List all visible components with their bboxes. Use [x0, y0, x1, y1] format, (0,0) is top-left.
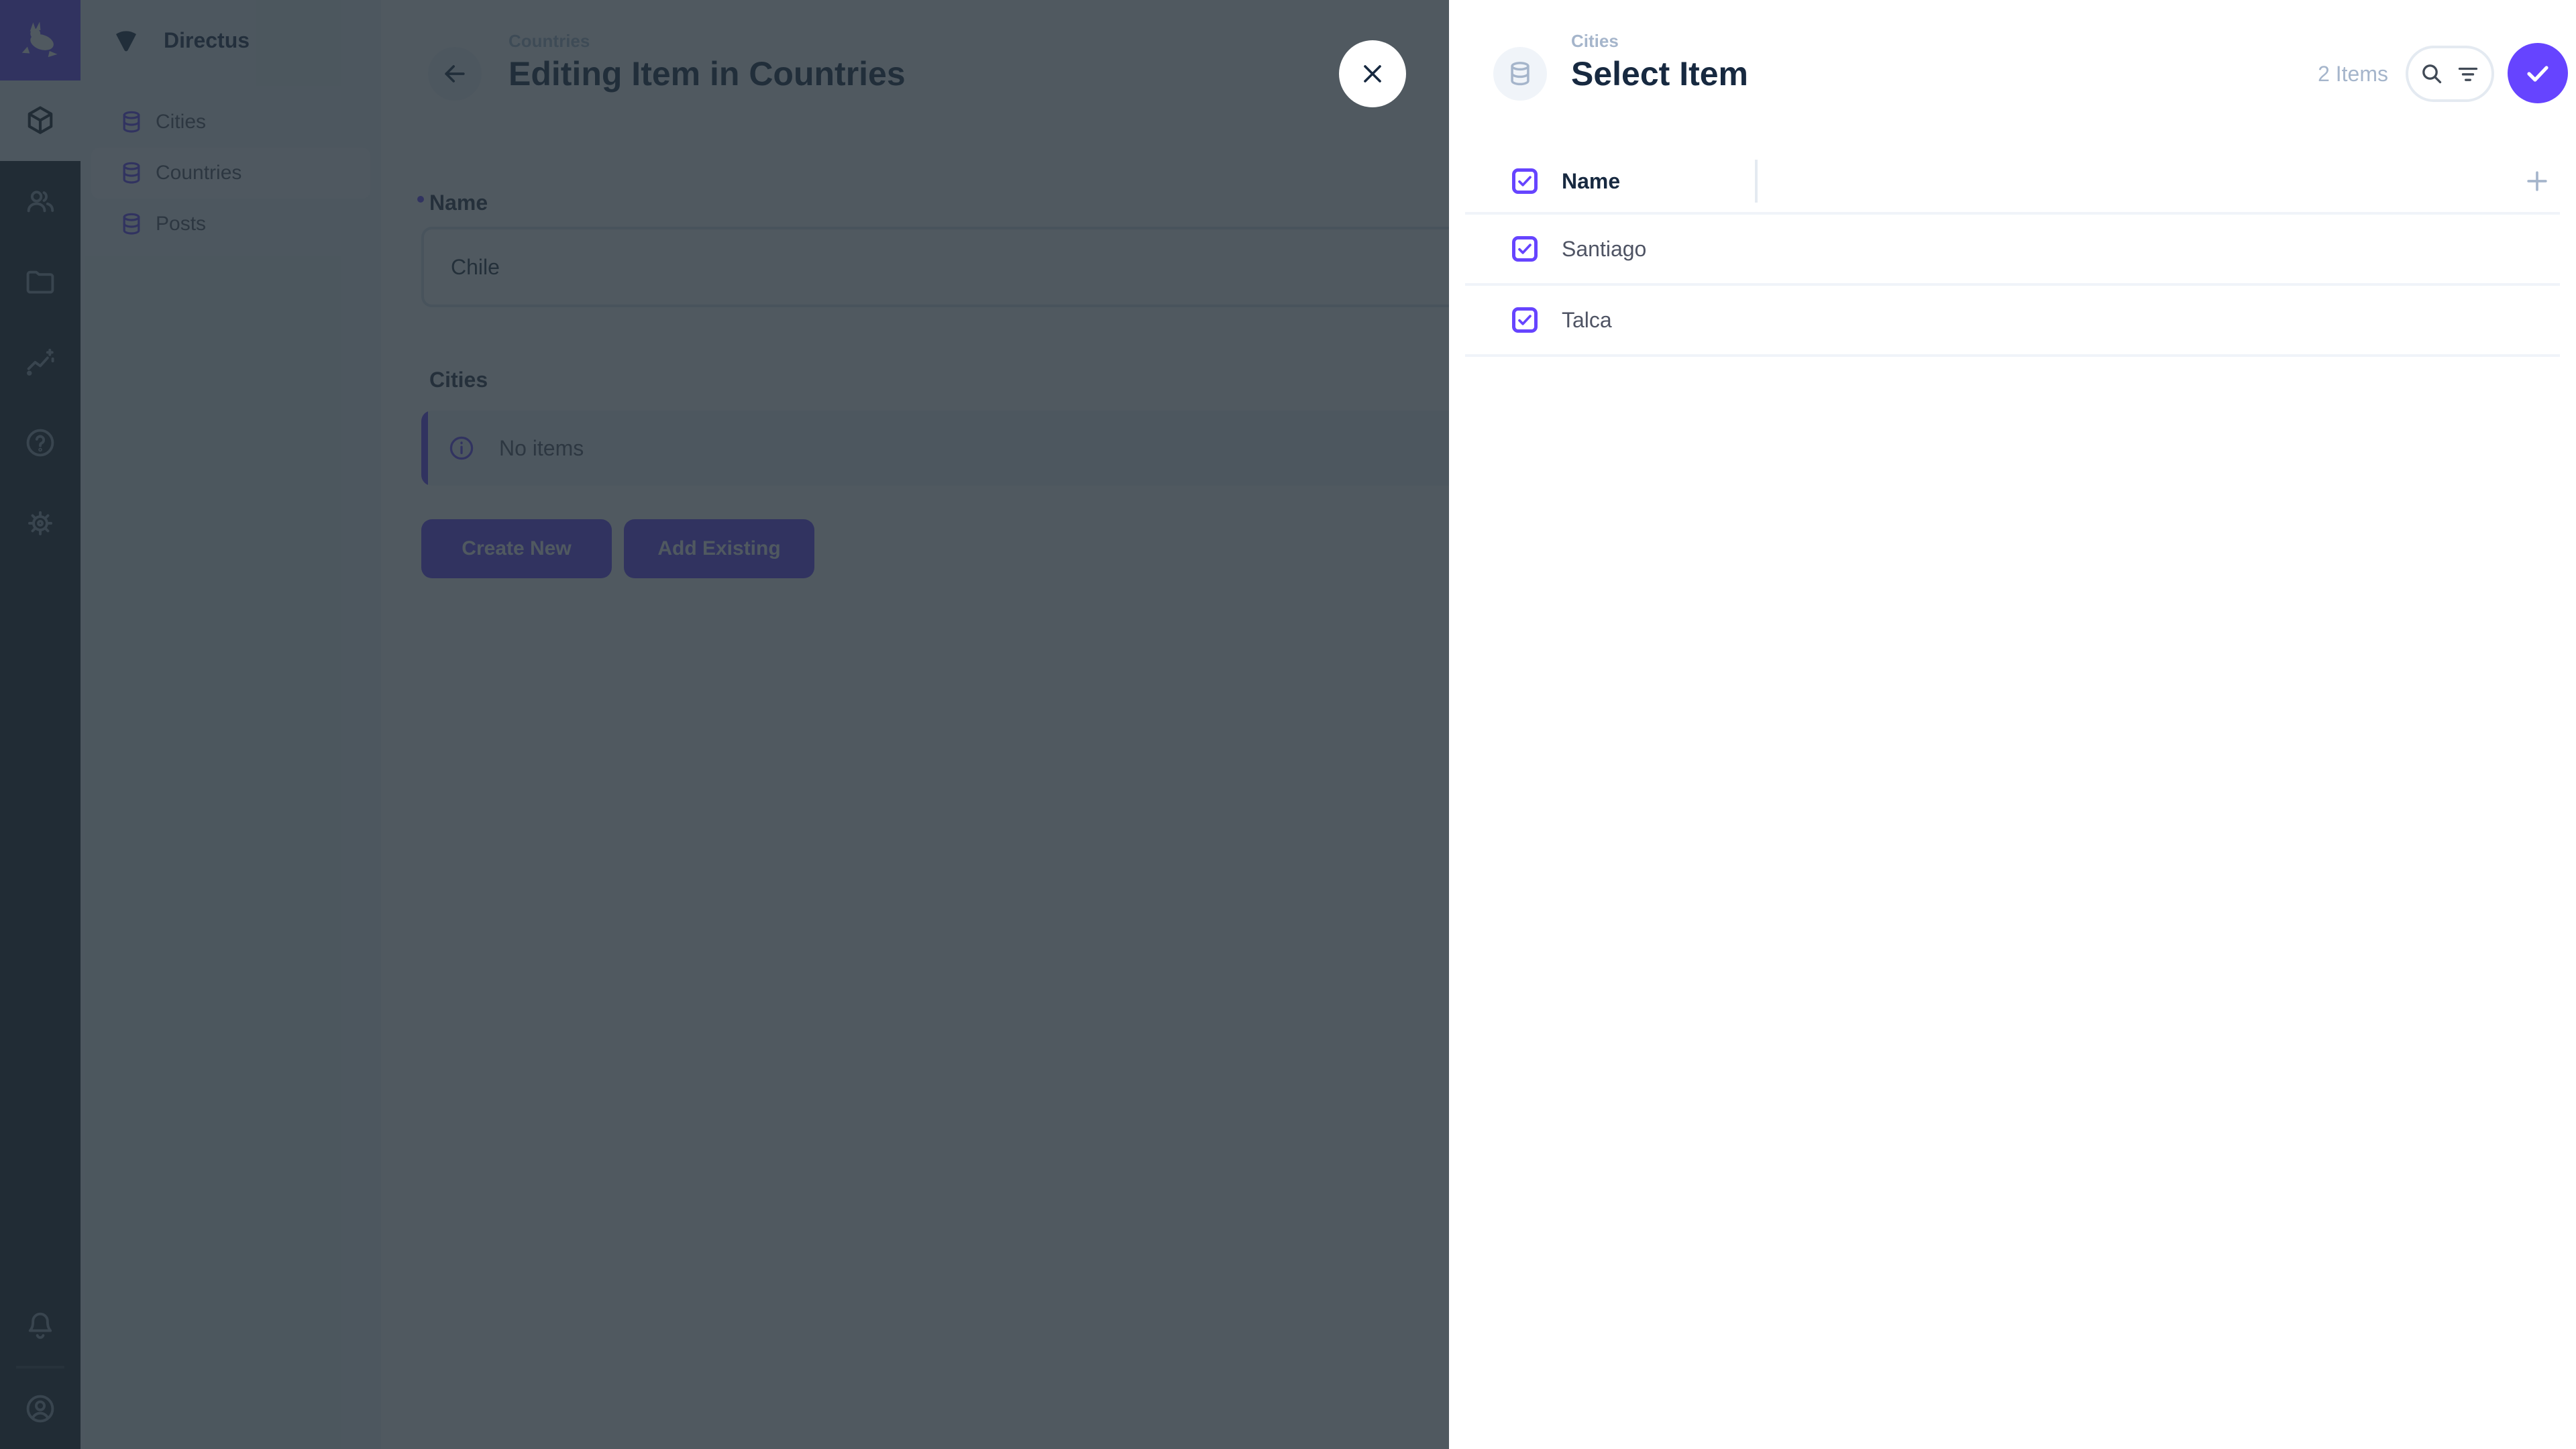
app-screen: Directus Cities — [0, 0, 2576, 1449]
filter-button[interactable] — [2455, 60, 2481, 87]
select-item-drawer: Cities Select Item 2 Items — [1449, 0, 2576, 1449]
collection-icon-circle — [1493, 47, 1547, 101]
search-button[interactable] — [2418, 60, 2445, 87]
items-count: 2 Items — [2318, 0, 2388, 148]
row-name: Talca — [1562, 308, 1612, 333]
plus-icon — [2522, 166, 2552, 196]
close-icon — [1358, 59, 1387, 89]
items-table: Name Santiago — [1465, 150, 2560, 357]
search-filter-pill — [2406, 46, 2494, 102]
database-icon — [1505, 59, 1535, 89]
drawer-title: Select Item — [1571, 54, 1748, 93]
check-icon — [2522, 57, 2554, 89]
confirm-selection-button[interactable] — [2508, 43, 2568, 103]
select-all-checkbox[interactable] — [1512, 168, 1538, 194]
column-header-name[interactable]: Name — [1562, 169, 1620, 194]
filter-icon — [2455, 60, 2481, 87]
row-checkbox[interactable] — [1512, 307, 1538, 333]
table-row[interactable]: Talca — [1465, 286, 2560, 357]
table-row[interactable]: Santiago — [1465, 215, 2560, 286]
close-button[interactable] — [1339, 40, 1406, 107]
column-divider[interactable] — [1755, 160, 1758, 203]
drawer-collection-label: Cities — [1571, 31, 1748, 52]
row-checkbox[interactable] — [1512, 236, 1538, 262]
search-icon — [2418, 60, 2445, 87]
add-column-button[interactable] — [2522, 166, 2552, 196]
drawer-header: Cities Select Item 2 Items — [1449, 0, 2576, 148]
table-header-row: Name — [1465, 150, 2560, 215]
row-name: Santiago — [1562, 237, 1646, 262]
